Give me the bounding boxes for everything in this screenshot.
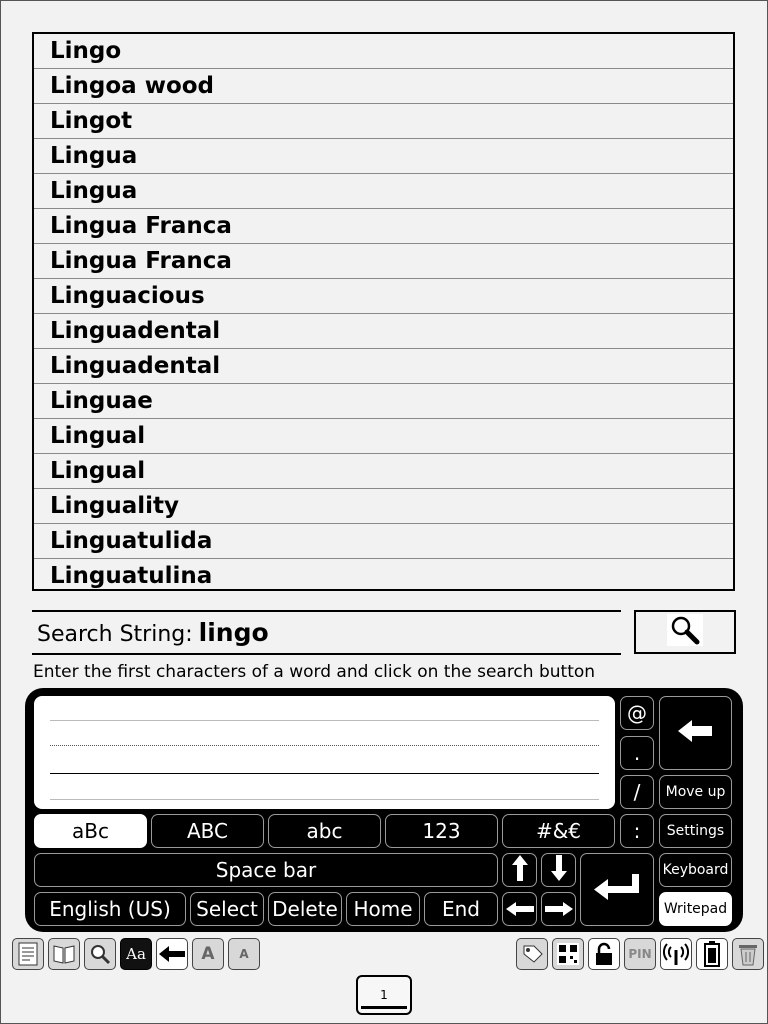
guide-line: [50, 720, 599, 721]
qr-code-icon[interactable]: [552, 938, 584, 970]
keyboard-key[interactable]: Keyboard: [659, 853, 732, 887]
home-key[interactable]: Home: [346, 892, 420, 926]
arrow-left-key[interactable]: [502, 892, 537, 926]
arrow-down-key[interactable]: [541, 853, 576, 887]
book-icon[interactable]: [48, 938, 80, 970]
list-item[interactable]: Lingual: [34, 454, 733, 489]
back-icon[interactable]: [156, 938, 188, 970]
enter-key[interactable]: [580, 853, 654, 926]
writepad-key[interactable]: Writepad: [659, 892, 732, 926]
end-key[interactable]: End: [424, 892, 498, 926]
baseline: [50, 773, 599, 774]
lowercase-mode-key[interactable]: abc: [268, 814, 381, 848]
page-indicator[interactable]: 1: [356, 975, 412, 1015]
uppercase-mode-key[interactable]: ABC: [151, 814, 264, 848]
zoom-in-icon[interactable]: A: [192, 938, 224, 970]
page-number: 1: [380, 988, 388, 1002]
tag-icon[interactable]: [516, 938, 548, 970]
arrow-right-icon: [544, 897, 573, 921]
arrow-right-key[interactable]: [541, 892, 576, 926]
numbers-mode-key[interactable]: 123: [385, 814, 498, 848]
magnifier-icon: [667, 614, 703, 650]
list-item[interactable]: Lingual: [34, 419, 733, 454]
space-bar-key[interactable]: Space bar: [34, 853, 498, 887]
word-list[interactable]: Lingo Lingoa wood Lingot Lingua Lingua L…: [32, 32, 735, 591]
search-value: lingo: [198, 618, 269, 647]
virtual-keyboard: @ . / : Move up Settings Keyboard Writep…: [25, 688, 743, 932]
list-item[interactable]: Lingua Franca: [34, 209, 733, 244]
arrow-up-icon: [511, 854, 528, 886]
font-icon[interactable]: Aa: [120, 938, 152, 970]
special-chars-mode-key[interactable]: #&€: [502, 814, 615, 848]
pin-icon[interactable]: PIN: [624, 938, 656, 970]
arrow-left-icon: [505, 897, 534, 921]
list-item[interactable]: Lingua: [34, 174, 733, 209]
list-item[interactable]: Linguadental: [34, 349, 733, 384]
search-label: Search String:: [37, 622, 193, 647]
list-item[interactable]: Lingua Franca: [34, 244, 733, 279]
list-item[interactable]: Linguacious: [34, 279, 733, 314]
search-icon[interactable]: [84, 938, 116, 970]
settings-key[interactable]: Settings: [659, 814, 732, 848]
lock-icon[interactable]: [588, 938, 620, 970]
trash-icon[interactable]: [732, 938, 764, 970]
list-item[interactable]: Linguatulida: [34, 524, 733, 559]
backspace-arrow-icon: [677, 719, 714, 747]
enter-icon: [594, 874, 640, 905]
select-key[interactable]: Select: [190, 892, 264, 926]
list-item[interactable]: Linguality: [34, 489, 733, 524]
list-item[interactable]: Lingoa wood: [34, 69, 733, 104]
wireless-icon[interactable]: [660, 938, 692, 970]
battery-icon[interactable]: [696, 938, 728, 970]
list-item[interactable]: Lingo: [34, 34, 733, 69]
search-hint: Enter the first characters of a word and…: [33, 662, 596, 682]
search-button[interactable]: [634, 610, 736, 654]
list-item[interactable]: Linguae: [34, 384, 733, 419]
arrow-down-icon: [550, 854, 567, 886]
guide-line: [50, 799, 599, 800]
guide-line: [50, 745, 599, 746]
arrow-up-key[interactable]: [502, 853, 537, 887]
dot-key[interactable]: .: [620, 736, 654, 770]
slash-key[interactable]: /: [620, 775, 654, 809]
zoom-out-icon[interactable]: A: [228, 938, 260, 970]
backspace-key[interactable]: [659, 696, 732, 770]
font-label: Aa: [126, 945, 146, 963]
move-up-key[interactable]: Move up: [659, 775, 732, 809]
pin-label: PIN: [628, 947, 652, 961]
language-key[interactable]: English (US): [34, 892, 186, 926]
colon-key[interactable]: :: [620, 814, 654, 848]
delete-key[interactable]: Delete: [268, 892, 342, 926]
list-item[interactable]: Lingua: [34, 139, 733, 174]
list-item[interactable]: Linguatulina: [34, 559, 733, 594]
list-item[interactable]: Lingot: [34, 104, 733, 139]
mixed-case-mode-key[interactable]: aBc: [34, 814, 147, 848]
search-input[interactable]: Search String: lingo: [32, 610, 621, 655]
list-item[interactable]: Linguadental: [34, 314, 733, 349]
toc-icon[interactable]: [12, 938, 44, 970]
handwriting-area[interactable]: [34, 696, 615, 809]
at-key[interactable]: @: [620, 696, 654, 730]
